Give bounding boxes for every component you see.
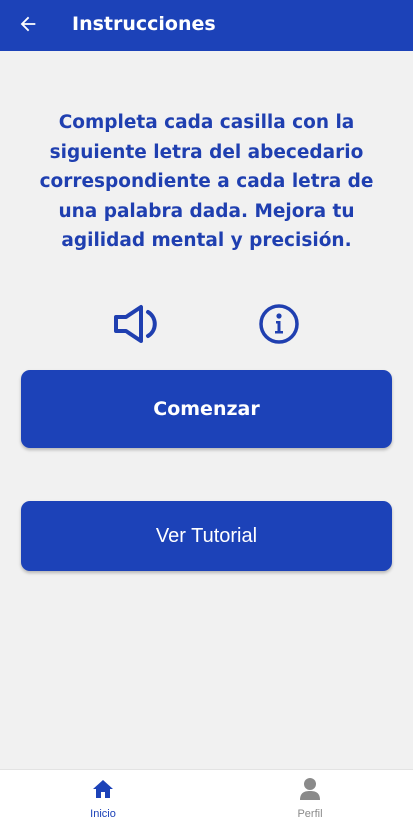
start-button[interactable]: Comenzar [21,370,392,448]
nav-label-home: Inicio [90,808,116,820]
nav-item-home[interactable]: Inicio [48,770,158,826]
speaker-icon [114,305,157,343]
tutorial-button[interactable]: Ver Tutorial [21,501,392,571]
nav-item-profile[interactable]: Perfil [255,770,365,826]
nav-label-profile: Perfil [297,808,323,820]
info-button[interactable] [250,300,308,348]
person-icon [298,777,322,801]
info-icon [259,304,299,344]
app-bar: Instrucciones [0,0,413,51]
page-title: Instrucciones [72,13,216,35]
back-button[interactable] [14,10,42,38]
instructions-text: Completa cada casilla con la siguiente l… [39,112,374,251]
bottom-navigation: Inicio Perfil [0,769,413,826]
speaker-button[interactable] [110,300,168,348]
home-icon [91,777,115,801]
arrow-left-icon [20,16,36,32]
